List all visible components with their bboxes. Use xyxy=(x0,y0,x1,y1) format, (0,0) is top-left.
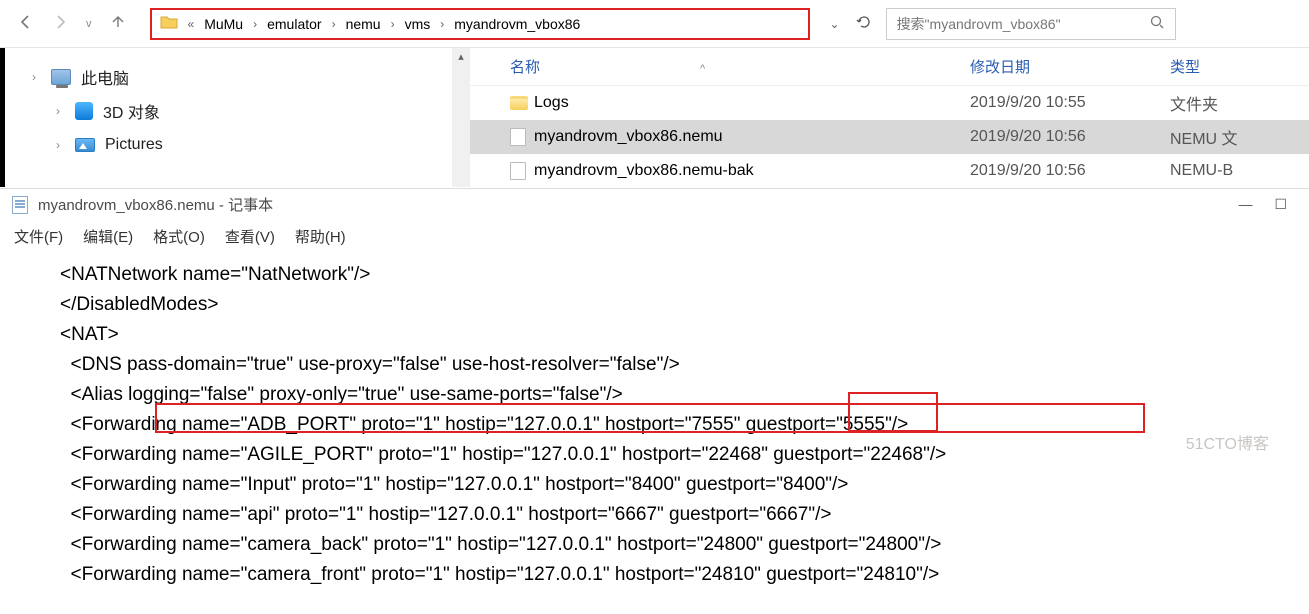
code-line: <Forwarding name="api" proto="1" hostip=… xyxy=(60,500,1309,530)
tree-label: 3D 对象 xyxy=(103,99,160,123)
code-line: <Forwarding name="camera_front" proto="1… xyxy=(60,560,1309,590)
file-row[interactable]: Logs2019/9/20 10:55文件夹 xyxy=(470,86,1309,120)
crumb-3[interactable]: vms xyxy=(405,16,431,32)
tree-this-pc[interactable]: › 此电脑 xyxy=(27,60,470,94)
notepad-icon xyxy=(12,196,28,214)
file-type: NEMU-B xyxy=(1170,162,1233,180)
chevron-right-icon: › xyxy=(389,17,397,31)
file-name: myandrovm_vbox86.nemu xyxy=(534,128,970,146)
file-list-headers: 名称^ 修改日期 类型 xyxy=(470,48,1309,86)
forward-button[interactable] xyxy=(52,14,68,33)
file-date: 2019/9/20 10:56 xyxy=(970,162,1170,180)
address-actions: ⌄ xyxy=(816,14,886,33)
file-icon xyxy=(510,162,526,180)
window-controls: — ☐ xyxy=(1238,196,1297,213)
file-type: NEMU 文 xyxy=(1170,125,1238,149)
crumb-4[interactable]: myandrovm_vbox86 xyxy=(454,16,580,32)
tree-3d-objects[interactable]: › 3D 对象 xyxy=(27,94,470,128)
notepad-content[interactable]: <NATNetwork name="NatNetwork"/></Disable… xyxy=(0,252,1309,590)
dropdown-icon[interactable]: ⌄ xyxy=(830,17,840,31)
pictures-icon xyxy=(75,138,95,152)
search-icon xyxy=(1149,14,1165,33)
menu-view[interactable]: 查看(V) xyxy=(217,222,283,251)
breadcrumb[interactable]: « MuMu › emulator › nemu › vms › myandro… xyxy=(150,8,810,40)
code-line: <DNS pass-domain="true" use-proxy="false… xyxy=(60,350,1309,380)
file-name: myandrovm_vbox86.nemu-bak xyxy=(534,162,970,180)
back-button[interactable] xyxy=(18,14,34,33)
file-type: 文件夹 xyxy=(1170,91,1218,115)
up-button[interactable] xyxy=(110,14,126,33)
chevron-right-icon: › xyxy=(51,138,65,152)
crumb-1[interactable]: emulator xyxy=(267,16,321,32)
highlight-adb-line xyxy=(155,403,1145,433)
tree-label: Pictures xyxy=(105,136,163,154)
refresh-icon[interactable] xyxy=(856,14,872,33)
computer-icon xyxy=(51,69,71,85)
file-list: 名称^ 修改日期 类型 Logs2019/9/20 10:55文件夹myandr… xyxy=(470,48,1309,187)
file-row[interactable]: myandrovm_vbox86.nemu-bak2019/9/20 10:56… xyxy=(470,154,1309,188)
crumb-2[interactable]: nemu xyxy=(346,16,381,32)
minimize-button[interactable]: — xyxy=(1238,196,1252,213)
chevron-right-icon: › xyxy=(51,104,65,118)
file-icon xyxy=(510,128,526,146)
file-date: 2019/9/20 10:55 xyxy=(970,94,1170,112)
search-input[interactable]: 搜索"myandrovm_vbox86" xyxy=(886,8,1176,40)
file-date: 2019/9/20 10:56 xyxy=(970,128,1170,146)
crumb-0[interactable]: MuMu xyxy=(204,16,243,32)
chevron-right-icon: › xyxy=(330,17,338,31)
highlight-port-7555 xyxy=(848,392,938,432)
maximize-button[interactable]: ☐ xyxy=(1274,196,1287,213)
code-line: <NAT> xyxy=(60,320,1309,350)
notepad-title: myandrovm_vbox86.nemu - 记事本 xyxy=(38,194,273,215)
chevron-right-icon: › xyxy=(27,70,41,84)
chevron-right-icon: › xyxy=(438,17,446,31)
notepad-titlebar: myandrovm_vbox86.nemu - 记事本 — ☐ xyxy=(0,188,1309,220)
file-name: Logs xyxy=(534,94,970,112)
code-line: <NATNetwork name="NatNetwork"/> xyxy=(60,260,1309,290)
code-line: <Forwarding name="Input" proto="1" hosti… xyxy=(60,470,1309,500)
explorer-body: › 此电脑 › 3D 对象 › Pictures 名称^ 修改日期 类型 Log… xyxy=(0,48,1309,188)
breadcrumb-prefix: « xyxy=(186,17,197,31)
recent-dropdown[interactable]: v xyxy=(86,18,92,30)
folder-icon xyxy=(160,14,178,33)
menu-file[interactable]: 文件(F) xyxy=(6,222,71,251)
code-line: </DisabledModes> xyxy=(60,290,1309,320)
col-name[interactable]: 名称^ xyxy=(510,56,970,77)
folder-tree: › 此电脑 › 3D 对象 › Pictures xyxy=(0,48,470,187)
menu-edit[interactable]: 编辑(E) xyxy=(75,222,141,251)
tree-scrollbar[interactable] xyxy=(452,48,470,187)
tree-label: 此电脑 xyxy=(81,65,129,89)
cube-icon xyxy=(75,102,93,120)
notepad-menu: 文件(F) 编辑(E) 格式(O) 查看(V) 帮助(H) xyxy=(0,220,1309,252)
menu-format[interactable]: 格式(O) xyxy=(145,222,213,251)
sort-asc-icon: ^ xyxy=(700,63,705,75)
tree-pictures[interactable]: › Pictures xyxy=(27,128,470,162)
folder-icon xyxy=(510,96,528,110)
file-row[interactable]: myandrovm_vbox86.nemu2019/9/20 10:56NEMU… xyxy=(470,120,1309,154)
explorer-address-bar: v « MuMu › emulator › nemu › vms › myand… xyxy=(0,0,1309,48)
col-date[interactable]: 修改日期 xyxy=(970,56,1170,77)
chevron-right-icon: › xyxy=(251,17,259,31)
nav-buttons: v xyxy=(0,14,144,33)
code-line: <Forwarding name="camera_back" proto="1"… xyxy=(60,530,1309,560)
col-type[interactable]: 类型 xyxy=(1170,56,1200,77)
code-line: <Forwarding name="AGILE_PORT" proto="1" … xyxy=(60,440,1309,470)
search-placeholder: 搜索"myandrovm_vbox86" xyxy=(897,14,1061,34)
menu-help[interactable]: 帮助(H) xyxy=(287,222,354,251)
watermark: 51CTO博客 xyxy=(1186,430,1269,454)
